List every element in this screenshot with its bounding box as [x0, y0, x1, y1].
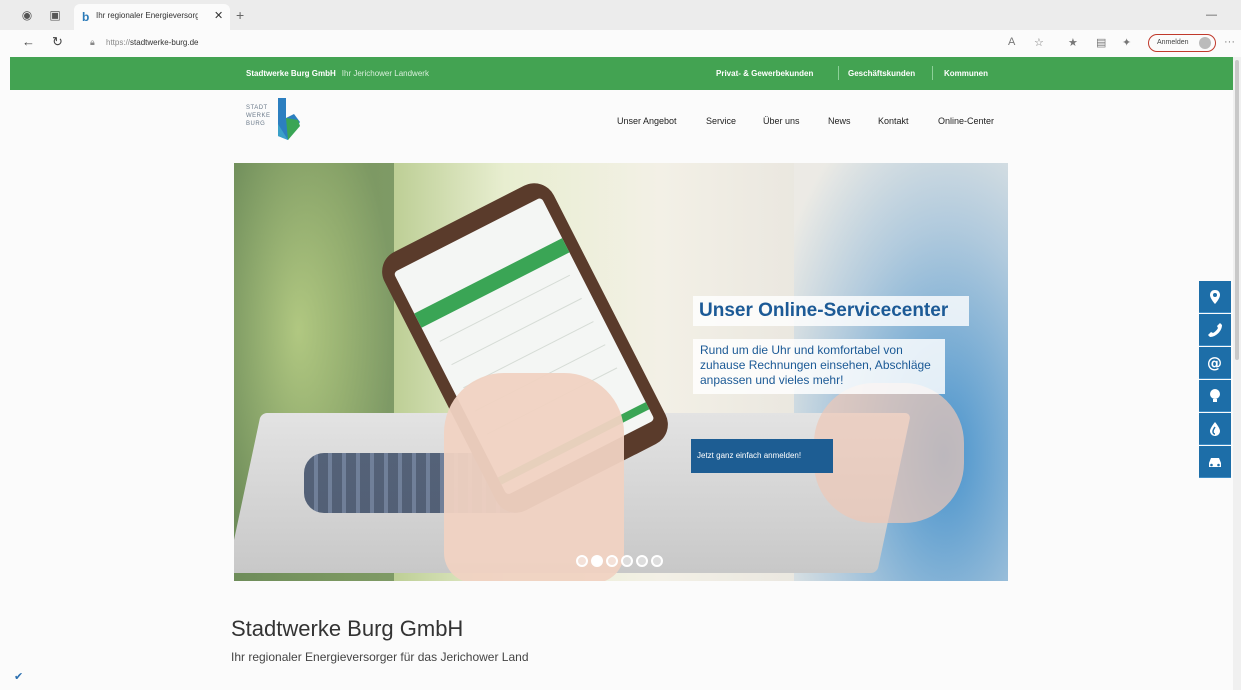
nav-news[interactable]: News — [828, 116, 851, 126]
slider-dot[interactable] — [636, 555, 648, 567]
site-logo[interactable]: STADT WERKE BURG — [246, 96, 306, 144]
site-favicon-icon: b — [82, 10, 90, 24]
workspaces-icon[interactable]: ◉ — [20, 8, 34, 22]
refresh-icon[interactable]: ↻ — [52, 34, 63, 50]
avatar-icon — [1199, 37, 1211, 49]
slider-dot[interactable] — [651, 555, 663, 567]
screen-row — [451, 297, 582, 366]
svg-text:@: @ — [1207, 355, 1222, 371]
logo-mark-icon — [278, 98, 300, 140]
browser-addressbar: ← ↻ 🔒︎ https://stadtwerke-burg.de A ☆ ★ … — [0, 30, 1241, 56]
hero-text: Rund um die Uhr und komfortabel von zuha… — [700, 343, 931, 387]
slider-dot[interactable] — [576, 555, 588, 567]
nav-about[interactable]: Über uns — [763, 116, 800, 126]
emobility-button[interactable] — [1199, 446, 1231, 478]
tab-actions-icon[interactable]: ▣ — [48, 8, 62, 22]
favorite-star-icon[interactable]: ☆ — [1034, 36, 1044, 49]
water-button[interactable] — [1199, 413, 1231, 445]
cta-label: Jetzt ganz einfach anmelden! — [697, 451, 802, 460]
hero-slider[interactable]: Unser Online-Servicecenter Rund um die U… — [234, 163, 1008, 581]
minimize-button[interactable]: — — [1206, 9, 1217, 21]
nav-service[interactable]: Service — [706, 116, 736, 126]
location-icon — [1210, 290, 1220, 304]
url-field[interactable]: https://stadtwerke-burg.de — [106, 38, 199, 47]
logo-text: STADT WERKE BURG — [246, 105, 271, 127]
nav-offer[interactable]: Unser Angebot — [617, 116, 677, 126]
check-badge-icon[interactable]: ✔ — [14, 670, 23, 683]
new-tab-button[interactable]: + — [236, 7, 244, 23]
favorites-icon[interactable]: ★ — [1068, 36, 1078, 49]
tab-title: Ihr regionaler Energieversorger — [96, 11, 198, 20]
at-icon: @ — [1207, 355, 1222, 371]
hero-title: Unser Online-Servicecenter — [699, 300, 949, 321]
lightbulb-icon — [1210, 389, 1220, 402]
scrollbar-thumb[interactable] — [1235, 60, 1239, 360]
hand-image — [814, 383, 964, 523]
drop-icon — [1210, 422, 1220, 436]
topnav-private[interactable]: Privat- & Gewerbekunden — [716, 69, 813, 78]
nav-contact[interactable]: Kontakt — [878, 116, 909, 126]
browser-tabbar: ◉ ▣ b Ihr regionaler Energieversorger ✕ … — [0, 0, 1241, 30]
slider-dot[interactable] — [621, 555, 633, 567]
tab-close-icon[interactable]: ✕ — [214, 9, 223, 22]
topnav-business[interactable]: Geschäftskunden — [848, 69, 915, 78]
extensions-icon[interactable]: ✦ — [1122, 36, 1131, 49]
email-button[interactable]: @ — [1199, 347, 1231, 379]
browser-tab[interactable]: b Ihr regionaler Energieversorger ✕ — [74, 4, 230, 30]
site-topbar: Stadtwerke Burg GmbH Ihr Jerichower Landw… — [10, 57, 1233, 90]
nav-online-center[interactable]: Online-Center — [938, 116, 994, 126]
slider-dots — [576, 555, 666, 567]
login-cta-button[interactable]: Jetzt ganz einfach anmelden! — [691, 439, 833, 473]
phone-button[interactable] — [1199, 314, 1231, 346]
divider — [838, 66, 839, 80]
back-arrow-icon[interactable]: ← — [22, 34, 35, 49]
collections-icon[interactable]: ▤ — [1096, 36, 1106, 49]
slider-dot-active[interactable] — [591, 555, 603, 567]
topbar-brand: Stadtwerke Burg GmbH Ihr Jerichower Landw… — [246, 69, 429, 78]
page-info-icon[interactable]: 🔒︎ — [90, 37, 95, 48]
location-button[interactable] — [1199, 281, 1231, 313]
more-menu-icon[interactable]: ··· — [1224, 36, 1235, 48]
topnav-municipalities[interactable]: Kommunen — [944, 69, 988, 78]
phone-icon — [1208, 323, 1222, 337]
page-subtitle: Ihr regionaler Energieversorger für das … — [231, 650, 529, 664]
read-aloud-icon[interactable]: A — [1008, 36, 1015, 48]
signin-button[interactable]: Anmelden — [1148, 34, 1216, 52]
car-icon — [1209, 458, 1221, 467]
divider — [932, 66, 933, 80]
slider-dot[interactable] — [606, 555, 618, 567]
hand-image — [444, 373, 624, 581]
page-title: Stadtwerke Burg GmbH — [231, 616, 464, 641]
signin-label: Anmelden — [1157, 39, 1189, 46]
electricity-button[interactable] — [1199, 380, 1231, 412]
quick-contact-sidebar: @ — [1199, 281, 1231, 479]
